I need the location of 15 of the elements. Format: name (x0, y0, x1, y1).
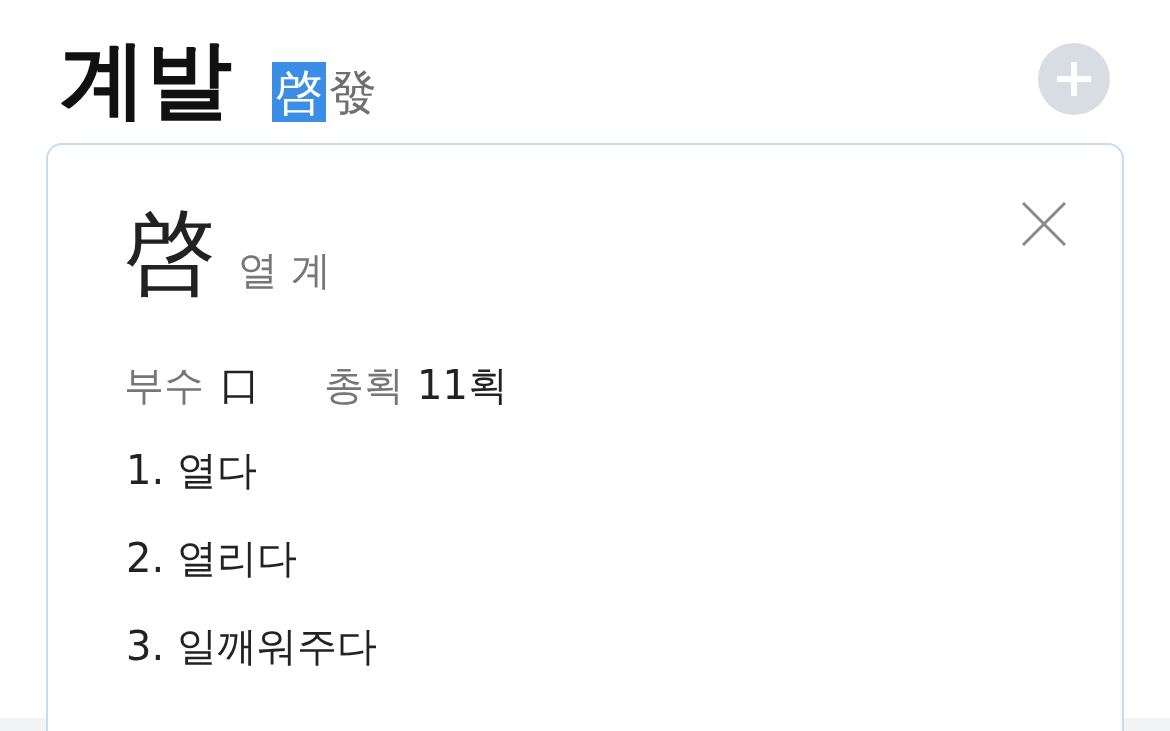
close-icon (1022, 202, 1066, 246)
word-title: 계발 (60, 36, 232, 122)
radical-label: 부수 (124, 361, 204, 409)
hanja-character: 啓 (124, 207, 216, 299)
meaning-text: 3. 일깨워주다 (126, 622, 378, 670)
radical-value: 口 (220, 361, 260, 409)
plus-icon (1057, 62, 1091, 96)
hanja-tab[interactable]: 發 (326, 62, 380, 122)
meaning-text: 2. 열리다 (126, 534, 298, 582)
meaning-text: 1. 열다 (126, 446, 258, 494)
strokes-value: 11획 (417, 361, 508, 409)
hanja-reading: 열 계 (238, 246, 331, 295)
strokes-label: 총획 (324, 361, 404, 409)
hanja-tab[interactable]: 啓 (272, 62, 326, 122)
close-button[interactable] (1022, 202, 1066, 246)
